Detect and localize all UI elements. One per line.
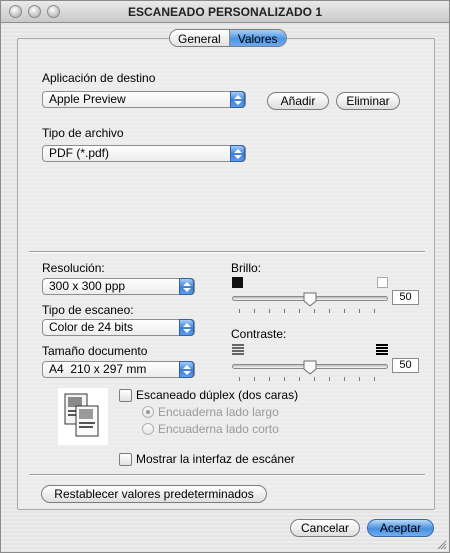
resolution-value: 300 x 300 ppp	[49, 279, 126, 293]
brightness-slider-thumb[interactable]	[303, 292, 317, 307]
resolution-label: Resolución:	[42, 261, 105, 275]
contrast-label: Contraste:	[231, 327, 287, 341]
brightness-value-field[interactable]: 50	[392, 290, 419, 305]
section-divider	[29, 474, 425, 475]
brightness-ticks	[239, 309, 379, 313]
scan-type-label: Tipo de escaneo:	[42, 303, 134, 317]
popup-arrows-icon	[179, 361, 194, 378]
tab-general[interactable]: General	[170, 30, 229, 46]
brightness-label: Brillo:	[231, 261, 262, 275]
restore-defaults-button[interactable]: Restablecer valores predeterminados	[41, 485, 267, 503]
show-interface-label: Mostrar la interfaz de escáner	[136, 452, 295, 466]
contrast-ticks	[239, 377, 379, 381]
accept-button[interactable]: Aceptar	[367, 519, 434, 537]
file-type-value: PDF (*.pdf)	[49, 146, 110, 160]
section-divider	[29, 251, 425, 252]
resize-grip-icon[interactable]	[435, 538, 447, 550]
resolution-popup[interactable]: 300 x 300 ppp	[42, 278, 195, 295]
remove-application-button[interactable]: Eliminar	[336, 92, 400, 110]
tab-bar: General Valores	[169, 29, 287, 47]
file-type-popup[interactable]: PDF (*.pdf)	[42, 145, 246, 162]
light-square-icon	[377, 277, 388, 288]
destination-label: Aplicación de destino	[42, 71, 156, 85]
short-edge-label: Encuaderna lado corto	[158, 422, 279, 436]
show-interface-checkbox[interactable]	[119, 453, 132, 466]
dark-square-icon	[232, 277, 243, 288]
low-contrast-icon	[232, 344, 244, 355]
popup-arrows-icon	[230, 91, 245, 108]
popup-arrows-icon	[230, 145, 245, 162]
long-edge-label: Encuaderna lado largo	[158, 405, 279, 419]
tab-valores[interactable]: Valores	[228, 30, 286, 46]
popup-arrows-icon	[179, 319, 194, 336]
document-size-label: Tamaño documento	[42, 344, 148, 358]
file-type-label: Tipo de archivo	[42, 126, 124, 140]
window-title: ESCANEADO PERSONALIZADO 1	[127, 5, 323, 19]
scan-type-value: Color de 24 bits	[49, 320, 134, 334]
destination-value: Apple Preview	[49, 92, 126, 106]
scan-type-popup[interactable]: Color de 24 bits	[42, 319, 195, 336]
duplex-illustration	[58, 388, 108, 445]
add-application-button[interactable]: Añadir	[267, 92, 329, 110]
document-size-popup[interactable]: A4 210 x 297 mm	[42, 361, 195, 378]
contrast-value-field[interactable]: 50	[392, 358, 419, 373]
destination-popup[interactable]: Apple Preview	[42, 91, 246, 108]
duplex-pages-icon	[64, 393, 99, 437]
duplex-checkbox[interactable]	[119, 389, 132, 402]
long-edge-radio[interactable]	[142, 406, 154, 418]
popup-arrows-icon	[179, 278, 194, 295]
dialog-window: ESCANEADO PERSONALIZADO 1 General Valore…	[0, 0, 450, 553]
short-edge-radio[interactable]	[142, 423, 154, 435]
title-bar: ESCANEADO PERSONALIZADO 1	[1, 1, 449, 23]
duplex-label: Escaneado dúplex (dos caras)	[136, 388, 299, 402]
contrast-slider-thumb[interactable]	[303, 360, 317, 375]
document-size-value: A4 210 x 297 mm	[49, 362, 147, 376]
high-contrast-icon	[376, 344, 388, 355]
cancel-button[interactable]: Cancelar	[290, 519, 360, 537]
